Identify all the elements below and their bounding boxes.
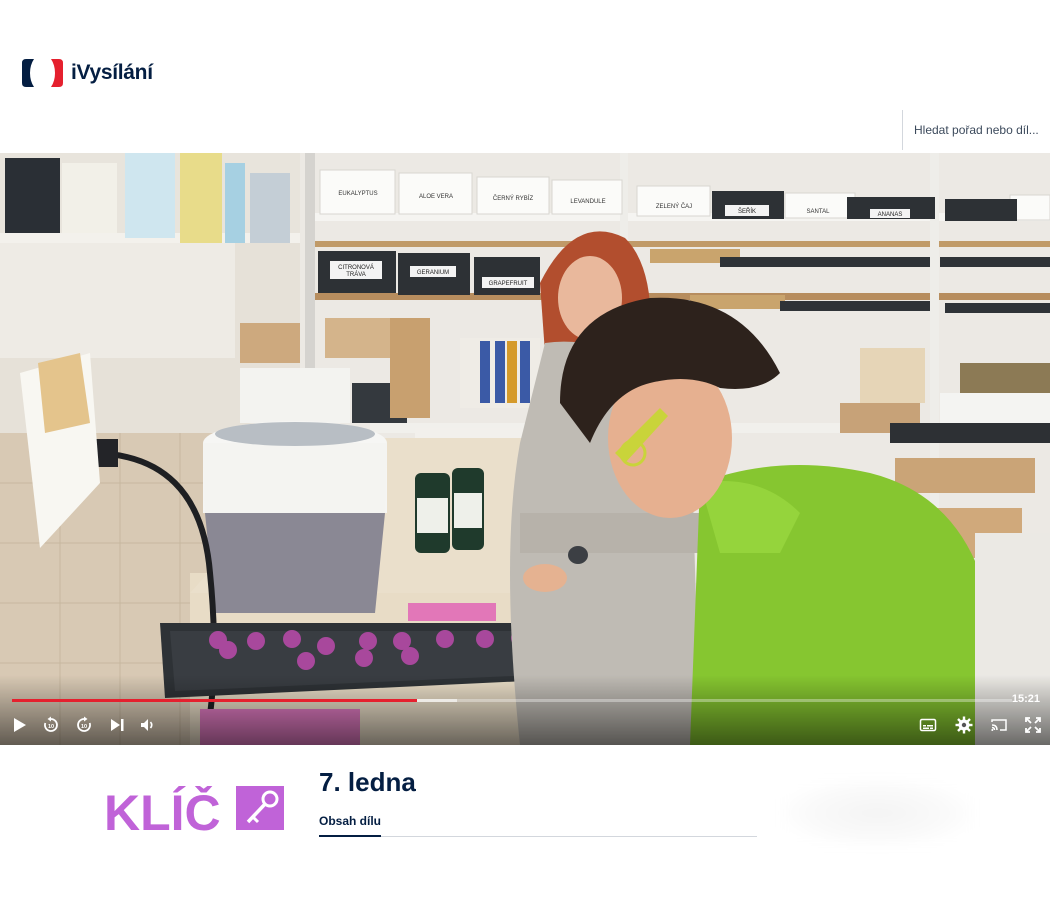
rewind-10-button[interactable]: 10 xyxy=(40,714,62,736)
svg-text:10: 10 xyxy=(48,724,54,730)
duration-label: 15:21 xyxy=(1011,693,1040,705)
video-player[interactable]: EUKALYPTUS ALOE VERA ČERNÝ RYBÍZ LEVANDU… xyxy=(0,153,1050,745)
ct-logo-icon xyxy=(22,59,63,87)
show-logo[interactable]: KLÍČ xyxy=(104,784,284,841)
svg-text:ŠEŘÍK: ŠEŘÍK xyxy=(738,207,756,215)
settings-button[interactable] xyxy=(953,714,975,736)
ct-ivysilani-logo[interactable]: iVysílání xyxy=(20,57,153,89)
subtitles-icon xyxy=(919,718,937,732)
next-episode-button[interactable] xyxy=(106,714,128,736)
site-header: iVysílání xyxy=(0,0,1050,150)
svg-text:GRAPEFRUIT: GRAPEFRUIT xyxy=(489,281,528,287)
brand-name: iVysílání xyxy=(71,61,153,84)
svg-text:TRÁVA: TRÁVA xyxy=(346,271,366,278)
skip-next-icon xyxy=(111,719,124,731)
svg-text:CITRONOVÁ: CITRONOVÁ xyxy=(338,264,374,271)
rewind-10-icon: 10 xyxy=(44,716,58,732)
svg-text:10: 10 xyxy=(81,724,87,730)
progress-bar[interactable] xyxy=(12,699,1012,702)
play-button[interactable] xyxy=(8,714,30,736)
video-frame: EUKALYPTUS ALOE VERA ČERNÝ RYBÍZ LEVANDU… xyxy=(0,153,1050,745)
svg-text:ČERNÝ RYBÍZ: ČERNÝ RYBÍZ xyxy=(493,195,534,202)
subtitles-button[interactable] xyxy=(917,714,939,736)
klic-logo: KLÍČ xyxy=(104,784,284,841)
tab-episode-content[interactable]: Obsah dílu xyxy=(319,812,382,837)
svg-text:SANTAL: SANTAL xyxy=(807,209,831,215)
svg-text:EUKALYPTUS: EUKALYPTUS xyxy=(338,191,377,197)
episode-tabs: Obsah dílu xyxy=(319,812,757,837)
gear-icon xyxy=(955,716,973,734)
fullscreen-icon xyxy=(1025,717,1041,733)
svg-text:ALOE VERA: ALOE VERA xyxy=(419,194,453,200)
fullscreen-button[interactable] xyxy=(1022,714,1044,736)
svg-text:GERANIUM: GERANIUM xyxy=(417,270,449,276)
volume-icon xyxy=(141,719,153,731)
forward-10-icon: 10 xyxy=(77,716,91,732)
forward-10-button[interactable]: 10 xyxy=(73,714,95,736)
blurred-area xyxy=(780,778,975,848)
svg-text:ZELENÝ ČAJ: ZELENÝ ČAJ xyxy=(656,203,692,210)
search-box[interactable] xyxy=(902,110,1050,150)
volume-button[interactable] xyxy=(137,714,159,736)
svg-text:KLÍČ: KLÍČ xyxy=(104,786,221,834)
search-input[interactable] xyxy=(914,123,1044,137)
svg-text:ANANAS: ANANAS xyxy=(878,212,903,218)
cast-icon xyxy=(991,719,1007,731)
cast-button[interactable] xyxy=(988,714,1010,736)
play-icon xyxy=(14,718,26,732)
svg-text:LEVANDULE: LEVANDULE xyxy=(570,199,605,205)
progress-played xyxy=(12,699,417,702)
episode-title: 7. ledna xyxy=(319,767,416,797)
